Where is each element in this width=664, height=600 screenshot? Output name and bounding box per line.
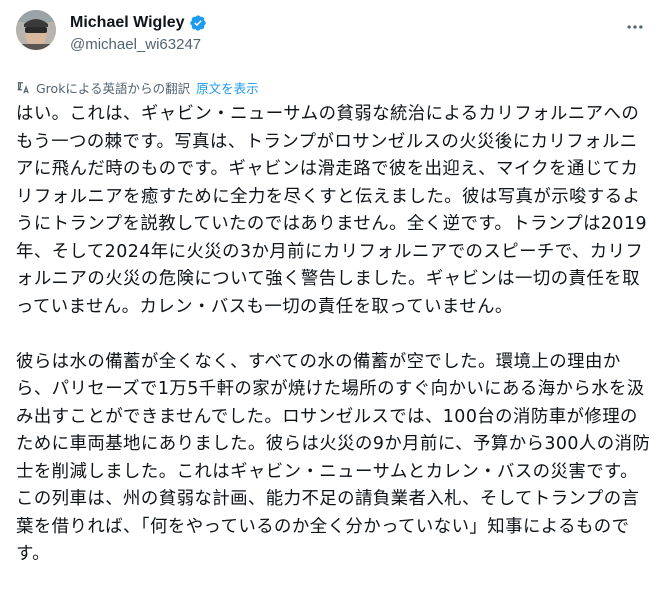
post-body: はい。これは、ギャビン・ニューサムの貧弱な統治によるカリフォルニアへのもう一つの… [16, 101, 652, 569]
translation-note: Grokによる英語からの翻訳 原文を表示 [16, 78, 259, 97]
translation-note-text: Grokによる英語からの翻訳 [36, 81, 191, 96]
name-row: Michael Wigley [70, 14, 207, 32]
translate-icon [16, 81, 30, 95]
more-options-icon[interactable] [624, 16, 646, 38]
verified-badge-icon [189, 14, 207, 32]
post-paragraph-1: はい。これは、ギャビン・ニューサムの貧弱な統治によるカリフォルニアへのもう一つの… [16, 104, 647, 317]
display-name[interactable]: Michael Wigley [70, 14, 185, 32]
show-original-link[interactable]: 原文を表示 [196, 78, 259, 97]
post: Michael Wigley @michael_wi63247 Grokによる英… [0, 0, 664, 600]
post-header: Michael Wigley @michael_wi63247 [16, 6, 648, 58]
avatar-image [16, 10, 56, 50]
author-handle[interactable]: @michael_wi63247 [70, 36, 201, 53]
avatar[interactable] [16, 10, 56, 50]
post-paragraph-2: 彼らは水の備蓄が全くなく、すべての水の備蓄が空でした。環境上の理由から、パリセー… [16, 351, 651, 565]
